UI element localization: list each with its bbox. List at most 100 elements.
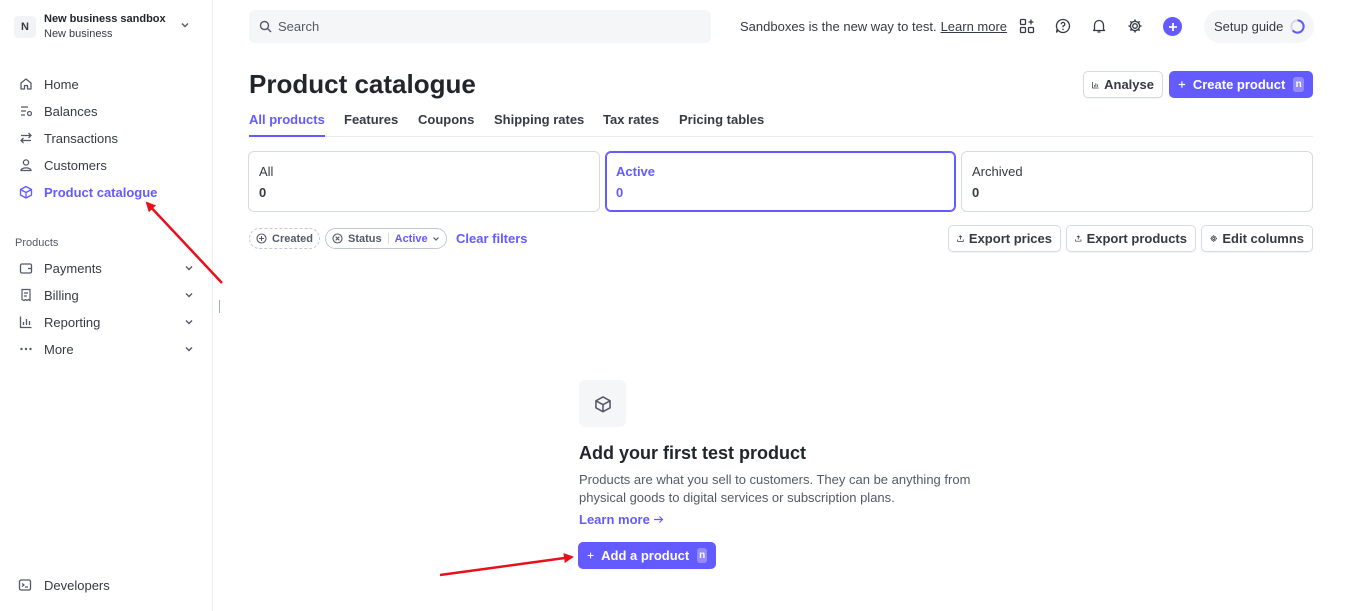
gear-icon[interactable] bbox=[1126, 17, 1144, 35]
annotation-arrow-add-product bbox=[439, 553, 574, 577]
export-prices-label: Export prices bbox=[968, 231, 1052, 246]
export-icon bbox=[957, 235, 964, 242]
sidebar-item-transactions[interactable]: Transactions bbox=[18, 127, 194, 149]
empty-state-title: Add your first test product bbox=[579, 443, 807, 463]
sandbox-learn-more-link[interactable]: Learn more bbox=[941, 19, 1007, 34]
bar-chart-icon bbox=[1092, 81, 1099, 88]
filter-card-count: 0 bbox=[616, 185, 624, 200]
sidebar: N New business sandbox New business Home… bbox=[0, 0, 213, 611]
sidebar-item-label: Billing bbox=[44, 287, 79, 303]
tab-all-products[interactable]: All products bbox=[249, 112, 325, 137]
filter-chip-label: Created bbox=[272, 232, 313, 245]
add-product-label: Add a product bbox=[601, 548, 690, 563]
remove-circle-icon[interactable] bbox=[332, 233, 343, 244]
sidebar-item-product-catalogue[interactable]: Product catalogue bbox=[18, 181, 194, 203]
reporting-icon bbox=[18, 314, 34, 330]
edit-columns-label: Edit columns bbox=[1222, 231, 1304, 246]
account-avatar: N bbox=[14, 16, 36, 38]
filter-card-label: Active bbox=[616, 164, 656, 179]
sidebar-item-balances[interactable]: Balances bbox=[18, 100, 194, 122]
keyboard-shortcut-badge: n bbox=[1293, 77, 1304, 92]
chevron-down-icon bbox=[185, 293, 193, 298]
more-icon bbox=[18, 341, 34, 357]
chevron-down-icon bbox=[181, 23, 189, 28]
sidebar-item-payments[interactable]: Payments bbox=[18, 257, 194, 279]
transactions-icon bbox=[18, 130, 34, 146]
chevron-down-icon bbox=[185, 266, 193, 271]
tab-shipping-rates[interactable]: Shipping rates bbox=[494, 112, 584, 137]
bell-icon[interactable] bbox=[1090, 17, 1108, 35]
filter-card-count: 0 bbox=[259, 185, 267, 200]
tab-tax-rates[interactable]: Tax rates bbox=[603, 112, 659, 137]
clear-filters-link[interactable]: Clear filters bbox=[456, 231, 528, 246]
analyse-label: Analyse bbox=[1104, 77, 1154, 92]
sidebar-item-developers[interactable]: Developers bbox=[18, 574, 110, 596]
chevron-down-icon bbox=[432, 236, 439, 241]
filter-card-active[interactable]: Active 0 bbox=[605, 151, 956, 212]
export-products-button[interactable]: Export products bbox=[1066, 225, 1196, 252]
search-icon bbox=[259, 20, 272, 33]
filter-card-all[interactable]: All 0 bbox=[248, 151, 600, 212]
sidebar-item-label: Transactions bbox=[44, 130, 118, 146]
setup-guide-label: Setup guide bbox=[1214, 19, 1284, 34]
sidebar-item-label: Reporting bbox=[44, 314, 101, 330]
wallet-icon bbox=[18, 260, 34, 276]
export-icon bbox=[1075, 235, 1082, 242]
create-new-button[interactable] bbox=[1163, 17, 1182, 36]
sidebar-section-products: Products bbox=[15, 237, 59, 249]
plus-circle-icon bbox=[256, 233, 267, 244]
apps-icon[interactable] bbox=[1018, 17, 1036, 35]
export-products-label: Export products bbox=[1086, 231, 1187, 246]
sidebar-item-reporting[interactable]: Reporting bbox=[18, 311, 194, 333]
terminal-icon bbox=[18, 577, 34, 593]
sidebar-item-label: Developers bbox=[44, 577, 110, 593]
filter-card-label: All bbox=[259, 164, 274, 179]
sidebar-item-label: Customers bbox=[44, 157, 107, 173]
search-input[interactable] bbox=[278, 19, 678, 34]
account-subtitle: New business bbox=[44, 28, 113, 40]
export-prices-button[interactable]: Export prices bbox=[948, 225, 1061, 252]
progress-ring-icon bbox=[1290, 19, 1305, 34]
empty-state-learn-more-link[interactable]: Learn more bbox=[579, 512, 664, 527]
add-product-button[interactable]: Add a product n bbox=[578, 542, 716, 569]
tab-pricing-tables[interactable]: Pricing tables bbox=[679, 112, 764, 137]
filter-card-label: Archived bbox=[972, 164, 1023, 179]
empty-state-description: Products are what you sell to customers.… bbox=[579, 472, 971, 505]
empty-state-box-icon bbox=[579, 380, 626, 427]
filter-chip-value: Active bbox=[394, 232, 428, 245]
arrow-right-icon bbox=[653, 516, 664, 523]
tab-features[interactable]: Features bbox=[344, 112, 398, 137]
chevron-down-icon bbox=[185, 347, 193, 352]
home-icon bbox=[18, 76, 34, 92]
keyboard-shortcut-badge: n bbox=[697, 548, 707, 563]
sandbox-note-text: Sandboxes is the new way to test. bbox=[740, 19, 937, 34]
sidebar-item-home[interactable]: Home bbox=[18, 73, 194, 95]
filter-chip-label: Status bbox=[348, 232, 382, 245]
filter-chip-created[interactable]: Created bbox=[249, 228, 320, 249]
billing-icon bbox=[18, 287, 34, 303]
balances-icon bbox=[18, 103, 34, 119]
plus-icon bbox=[1168, 22, 1177, 31]
sidebar-item-label: More bbox=[44, 341, 74, 357]
sidebar-item-customers[interactable]: Customers bbox=[18, 154, 194, 176]
analyse-button[interactable]: Analyse bbox=[1083, 71, 1163, 98]
setup-guide-button[interactable]: Setup guide bbox=[1204, 10, 1314, 43]
account-switcher[interactable]: N New business sandbox New business bbox=[14, 10, 204, 44]
create-product-button[interactable]: Create product n bbox=[1169, 71, 1313, 98]
sidebar-resize-handle[interactable] bbox=[219, 300, 220, 313]
tab-coupons[interactable]: Coupons bbox=[418, 112, 474, 137]
search-bar[interactable] bbox=[249, 10, 711, 43]
edit-columns-button[interactable]: Edit columns bbox=[1201, 225, 1313, 252]
sidebar-item-more[interactable]: More bbox=[18, 338, 194, 360]
sidebar-item-billing[interactable]: Billing bbox=[18, 284, 194, 306]
gear-icon bbox=[1210, 235, 1218, 242]
sidebar-item-label: Home bbox=[44, 76, 79, 92]
plus-icon bbox=[1178, 81, 1186, 88]
help-icon[interactable] bbox=[1054, 17, 1072, 35]
sandbox-note: Sandboxes is the new way to test. Learn m… bbox=[740, 19, 1007, 34]
filter-card-archived[interactable]: Archived 0 bbox=[961, 151, 1313, 212]
page-title: Product catalogue bbox=[249, 69, 476, 99]
account-name: New business sandbox bbox=[44, 13, 166, 25]
box-icon bbox=[18, 184, 34, 200]
filter-chip-status[interactable]: Status Active bbox=[325, 228, 447, 249]
